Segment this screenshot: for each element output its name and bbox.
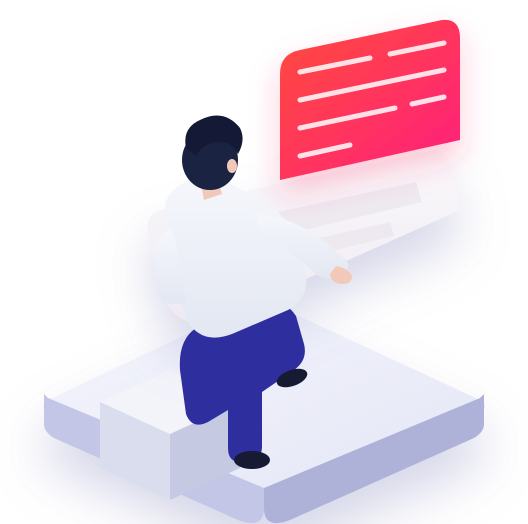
head [182, 116, 243, 191]
isometric-workspace-illustration [0, 0, 528, 524]
illustration-svg [0, 0, 528, 524]
